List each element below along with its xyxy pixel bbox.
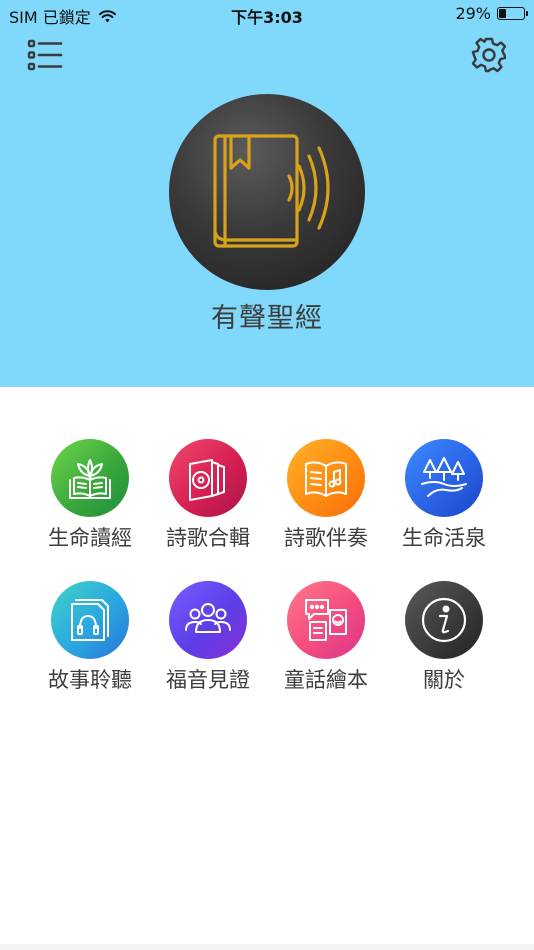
- app-logo[interactable]: [169, 94, 365, 290]
- info-icon: [405, 581, 483, 659]
- header: SIM 已鎖定 下午3:03 29% 有聲聖經: [0, 0, 534, 387]
- status-right: 29%: [455, 4, 528, 23]
- music-album-icon: [169, 439, 247, 517]
- menu-grid: 生命讀經 詩歌合輯 詩歌伴奏 生命活泉 故事聆聽 福音見證 童話繪本 關於: [31, 439, 503, 723]
- trees-river-icon: [405, 439, 483, 517]
- gear-icon: [471, 37, 507, 73]
- status-bar: SIM 已鎖定 下午3:03 29%: [0, 0, 534, 28]
- audio-book-icon: [213, 134, 330, 248]
- menu-item-label: 故事聆聽: [48, 668, 132, 692]
- bottom-edge: [0, 944, 534, 950]
- group-people-icon: [169, 581, 247, 659]
- battery-level: [499, 9, 506, 18]
- settings-button[interactable]: [470, 36, 508, 74]
- app-title: 有聲聖經: [211, 303, 323, 334]
- menu-item-label: 童話繪本: [284, 668, 368, 692]
- list-icon: [27, 39, 63, 71]
- menu-item-hymn-collection[interactable]: 詩歌合輯: [149, 439, 267, 581]
- status-time: 下午3:03: [231, 8, 303, 27]
- open-book-plant-icon: [51, 439, 129, 517]
- menu-item-label: 福音見證: [166, 668, 250, 692]
- menu-item-label: 詩歌合輯: [166, 526, 250, 550]
- menu-item-living-spring[interactable]: 生命活泉: [385, 439, 503, 581]
- menu-item-story-listening[interactable]: 故事聆聽: [31, 581, 149, 723]
- chat-bubbles-icon: [287, 581, 365, 659]
- menu-button[interactable]: [26, 38, 64, 72]
- menu-item-picture-books[interactable]: 童話繪本: [267, 581, 385, 723]
- menu-item-about[interactable]: 關於: [385, 581, 503, 723]
- menu-item-label: 詩歌伴奏: [284, 526, 368, 550]
- menu-item-label: 生命活泉: [402, 526, 486, 550]
- menu-item-label: 關於: [423, 668, 465, 692]
- songbook-note-icon: [287, 439, 365, 517]
- menu-item-label: 生命讀經: [48, 526, 132, 550]
- menu-item-gospel-testimony[interactable]: 福音見證: [149, 581, 267, 723]
- battery-percent: 29%: [455, 4, 491, 23]
- menu-item-life-study[interactable]: 生命讀經: [31, 439, 149, 581]
- headphones-book-icon: [51, 581, 129, 659]
- battery-icon: [497, 7, 528, 20]
- menu-item-hymn-accompaniment[interactable]: 詩歌伴奏: [267, 439, 385, 581]
